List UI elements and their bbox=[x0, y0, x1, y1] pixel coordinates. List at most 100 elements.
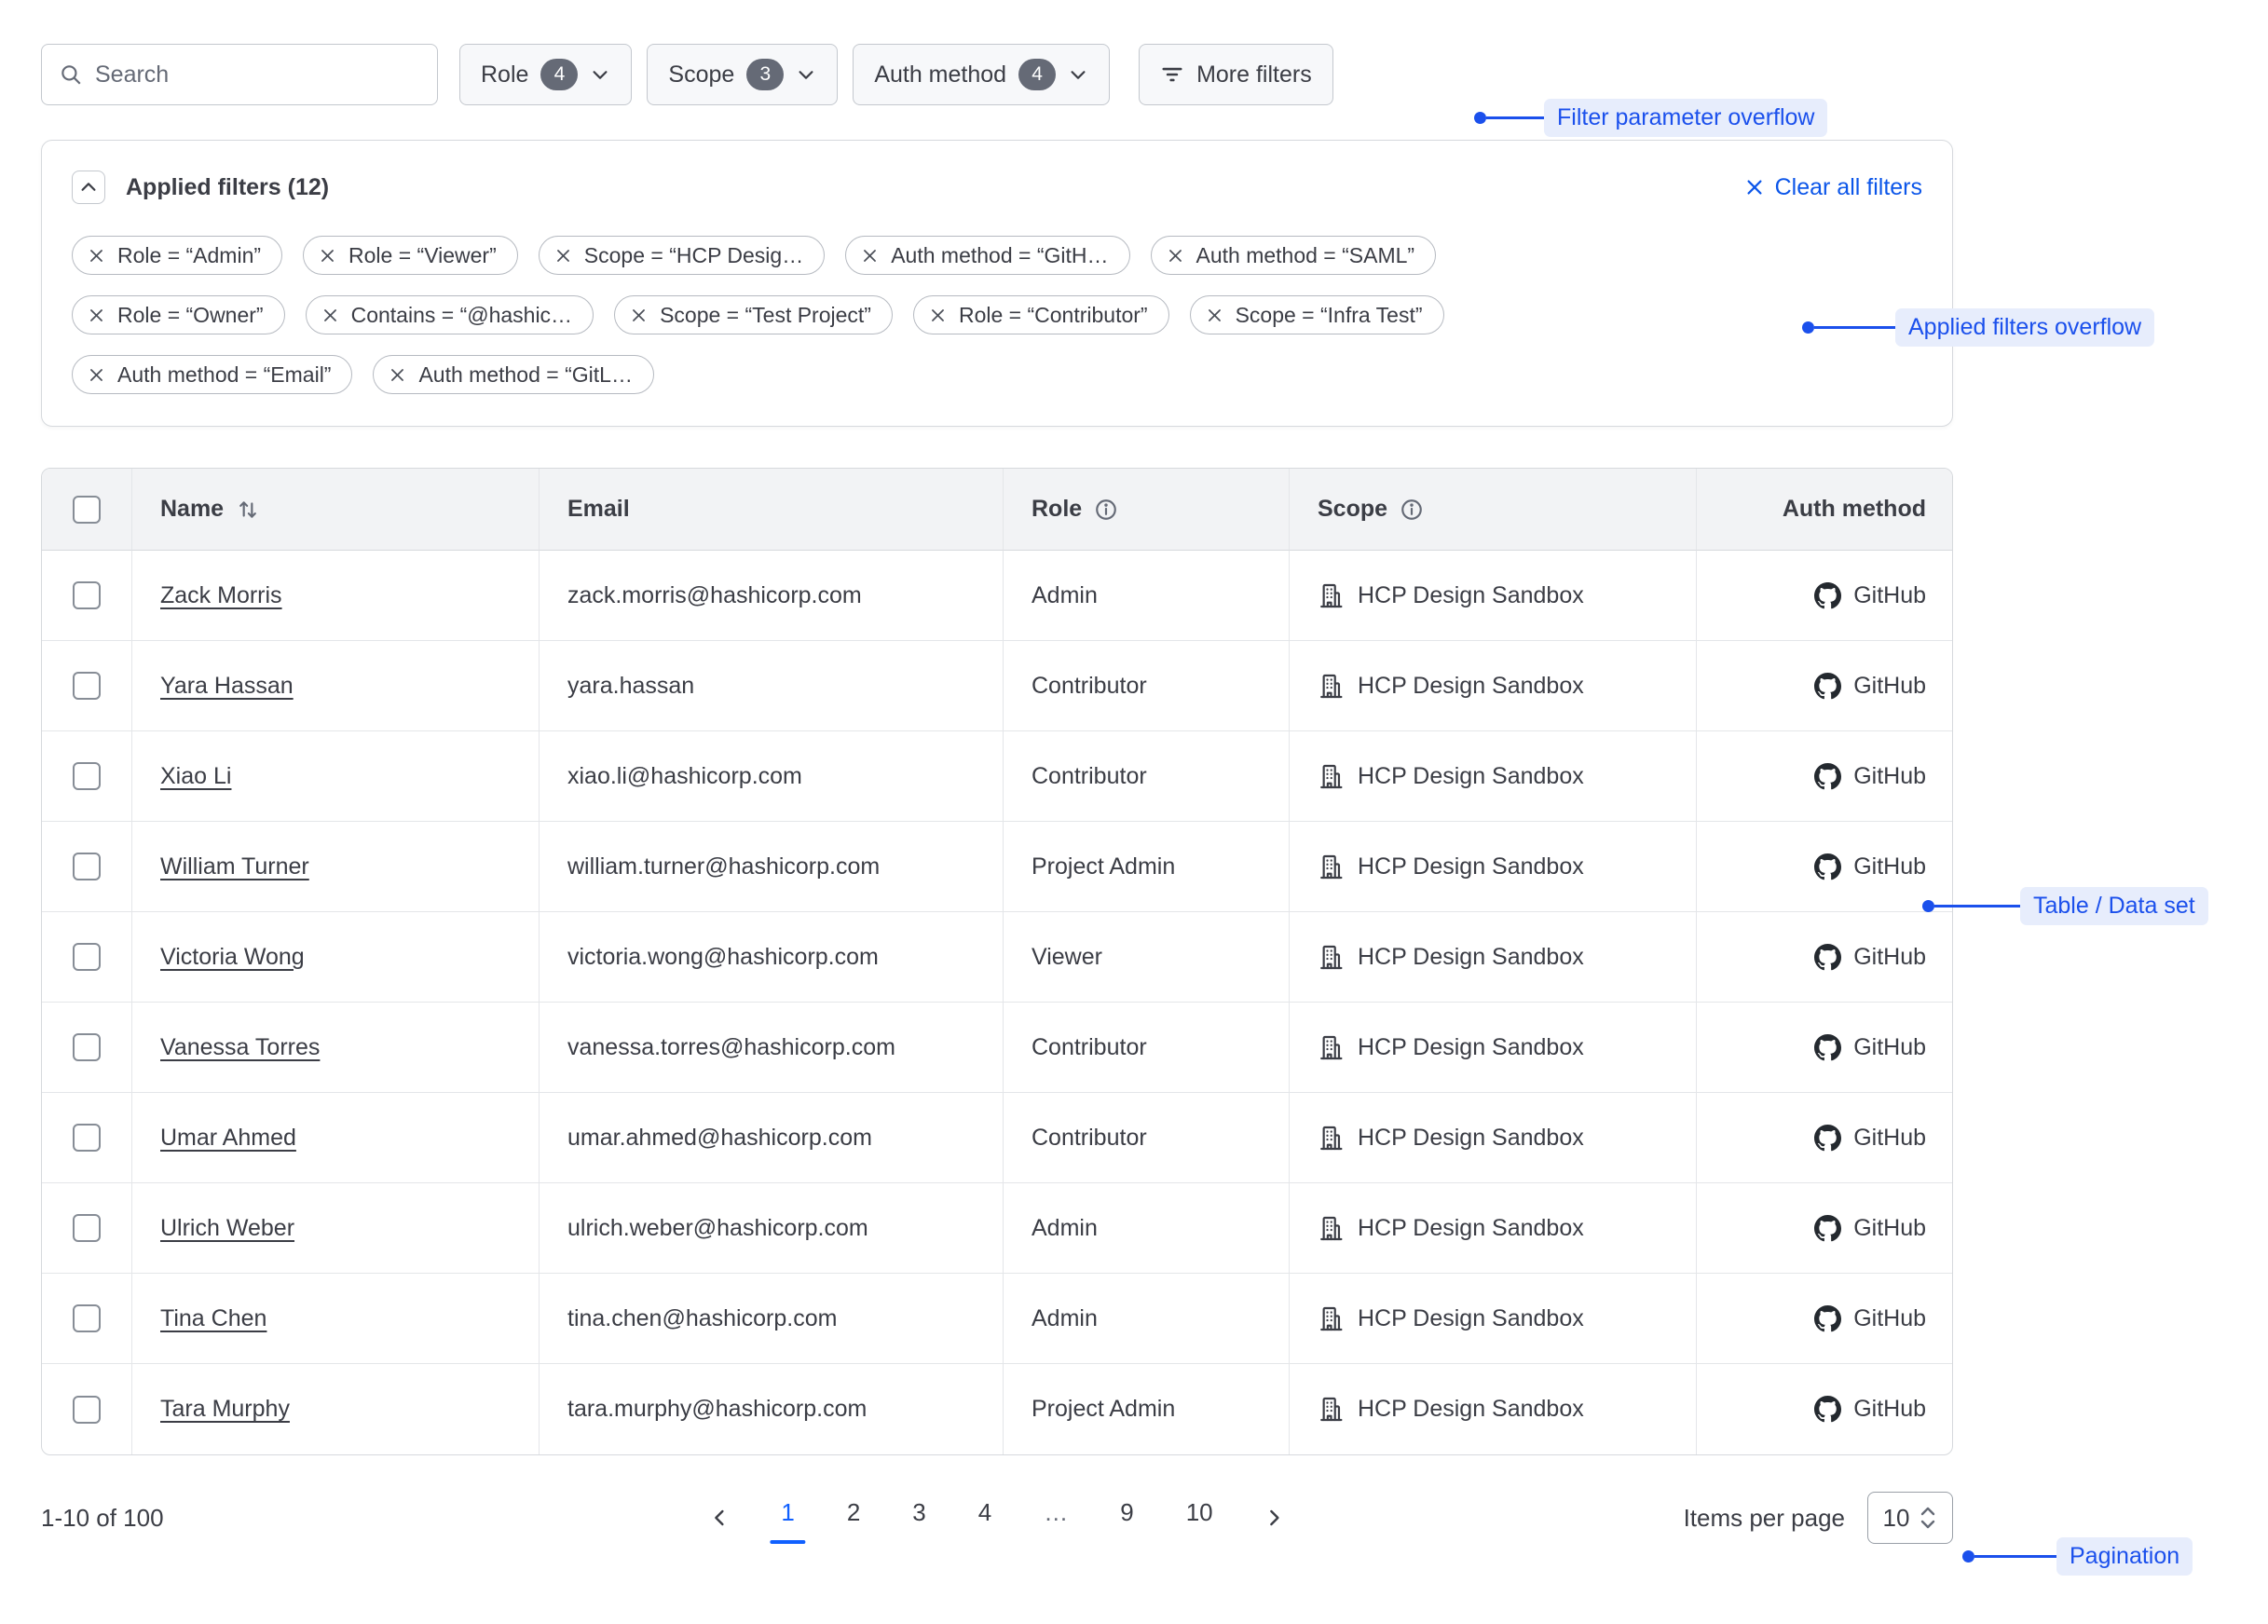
pagination-page[interactable]: 3 bbox=[907, 1493, 931, 1544]
user-scope: HCP Design Sandbox bbox=[1290, 1183, 1697, 1274]
organization-icon bbox=[1318, 582, 1345, 609]
chevron-left-icon bbox=[708, 1507, 731, 1529]
user-scope-label: HCP Design Sandbox bbox=[1358, 944, 1584, 971]
user-scope-label: HCP Design Sandbox bbox=[1358, 582, 1584, 609]
row-checkbox[interactable] bbox=[73, 1124, 101, 1152]
filter-dropdown-label: Auth method bbox=[874, 61, 1006, 89]
pagination-page-number: … bbox=[1044, 1498, 1068, 1526]
user-name-link[interactable]: Vanessa Torres bbox=[160, 1034, 320, 1061]
user-name-link[interactable]: Ulrich Weber bbox=[160, 1215, 294, 1242]
dismiss-chip-icon[interactable] bbox=[88, 247, 105, 265]
dismiss-chip-icon[interactable] bbox=[389, 366, 406, 384]
github-icon bbox=[1814, 582, 1841, 609]
user-scope-label: HCP Design Sandbox bbox=[1358, 1034, 1584, 1061]
user-name-link[interactable]: Zack Morris bbox=[160, 582, 282, 609]
user-scope: HCP Design Sandbox bbox=[1290, 822, 1697, 912]
row-checkbox[interactable] bbox=[73, 943, 101, 971]
dismiss-chip-icon[interactable] bbox=[319, 247, 336, 265]
row-checkbox[interactable] bbox=[73, 1396, 101, 1424]
search-input[interactable] bbox=[95, 61, 420, 89]
user-email: victoria.wong@hashicorp.com bbox=[540, 912, 1004, 1003]
dismiss-chip-icon[interactable] bbox=[630, 307, 648, 324]
row-checkbox[interactable] bbox=[73, 672, 101, 700]
filter-chip-label: Auth method = “SAML” bbox=[1196, 243, 1415, 268]
info-icon[interactable] bbox=[1094, 498, 1118, 522]
row-checkbox[interactable] bbox=[73, 762, 101, 790]
filter-bar: Role 4 Scope 3 Auth method 4 More filter… bbox=[41, 44, 2268, 105]
collapse-filters-button[interactable] bbox=[72, 171, 105, 204]
pagination-page[interactable]: 10 bbox=[1181, 1493, 1219, 1544]
github-icon bbox=[1814, 763, 1841, 790]
more-filters-label: More filters bbox=[1196, 61, 1312, 89]
pagination-page[interactable]: 2 bbox=[841, 1493, 866, 1544]
column-label-role: Role bbox=[1032, 496, 1082, 523]
user-name-link[interactable]: Victoria Wong bbox=[160, 944, 305, 971]
dismiss-chip-icon[interactable] bbox=[321, 307, 339, 324]
pagination: 1 2 3 4 … 9 10 bbox=[704, 1493, 1289, 1544]
info-icon[interactable] bbox=[1400, 498, 1424, 522]
dismiss-chip-icon[interactable] bbox=[88, 307, 105, 324]
user-name-link[interactable]: Tara Murphy bbox=[160, 1396, 290, 1423]
pagination-page-number: 9 bbox=[1120, 1498, 1133, 1526]
user-email: vanessa.torres@hashicorp.com bbox=[540, 1003, 1004, 1093]
row-checkbox[interactable] bbox=[73, 853, 101, 880]
row-checkbox[interactable] bbox=[73, 1214, 101, 1242]
user-role: Viewer bbox=[1004, 912, 1290, 1003]
filter-chip: Role = “Admin” bbox=[72, 236, 282, 275]
user-scope-label: HCP Design Sandbox bbox=[1358, 763, 1584, 790]
user-scope: HCP Design Sandbox bbox=[1290, 641, 1697, 731]
chevron-right-icon bbox=[1264, 1507, 1286, 1529]
organization-icon bbox=[1318, 1305, 1345, 1332]
table-header-row: Name Email Role Scope Auth method bbox=[42, 469, 1952, 551]
filter-dropdown[interactable]: Role 4 bbox=[459, 44, 632, 105]
pagination-page-number: 2 bbox=[847, 1498, 860, 1526]
pagination-page[interactable]: 4 bbox=[973, 1493, 997, 1544]
organization-icon bbox=[1318, 763, 1345, 790]
pagination-page[interactable]: 9 bbox=[1114, 1493, 1139, 1544]
dismiss-chip-icon[interactable] bbox=[929, 307, 947, 324]
filter-chip-label: Role = “Viewer” bbox=[348, 243, 497, 268]
column-header-name[interactable]: Name bbox=[132, 469, 540, 551]
user-name-link[interactable]: Tina Chen bbox=[160, 1305, 266, 1332]
clear-all-filters-button[interactable]: Clear all filters bbox=[1744, 174, 1922, 201]
pagination-page[interactable]: 1 bbox=[775, 1493, 799, 1544]
user-name-link[interactable]: William Turner bbox=[160, 853, 309, 880]
select-all-checkbox[interactable] bbox=[73, 496, 101, 524]
user-auth-method: GitHub bbox=[1697, 731, 1953, 822]
applied-filters-header: Applied filters (12) Clear all filters bbox=[72, 171, 1922, 204]
dismiss-chip-icon[interactable] bbox=[88, 366, 105, 384]
column-label-email: Email bbox=[567, 496, 630, 523]
user-role: Admin bbox=[1004, 1183, 1290, 1274]
filter-dropdown[interactable]: Auth method 4 bbox=[853, 44, 1110, 105]
next-page-button[interactable] bbox=[1260, 1503, 1290, 1533]
filter-chip-label: Role = “Owner” bbox=[117, 303, 264, 328]
dismiss-chip-icon[interactable] bbox=[861, 247, 879, 265]
dismiss-chip-icon[interactable] bbox=[554, 247, 572, 265]
items-per-page-select[interactable]: 10 bbox=[1867, 1492, 1953, 1544]
github-icon bbox=[1814, 1396, 1841, 1423]
user-scope-label: HCP Design Sandbox bbox=[1358, 1215, 1584, 1242]
column-label-scope: Scope bbox=[1318, 496, 1387, 523]
previous-page-button[interactable] bbox=[704, 1503, 734, 1533]
more-filters-button[interactable]: More filters bbox=[1139, 44, 1333, 105]
user-name-link[interactable]: Yara Hassan bbox=[160, 673, 294, 700]
row-checkbox[interactable] bbox=[73, 1033, 101, 1061]
row-checkbox[interactable] bbox=[73, 1304, 101, 1332]
sort-icon[interactable] bbox=[236, 498, 260, 522]
filter-chip-label: Scope = “Infra Test” bbox=[1236, 303, 1423, 328]
annotation-line bbox=[1974, 1555, 2056, 1558]
dismiss-chip-icon[interactable] bbox=[1206, 307, 1223, 324]
table-row: Vanessa Torres vanessa.torres@hashicorp.… bbox=[42, 1003, 1952, 1093]
user-email: umar.ahmed@hashicorp.com bbox=[540, 1093, 1004, 1183]
row-checkbox[interactable] bbox=[73, 581, 101, 609]
dismiss-chip-icon[interactable] bbox=[1167, 247, 1184, 265]
user-name-link[interactable]: Xiao Li bbox=[160, 763, 231, 790]
filter-dropdown[interactable]: Scope 3 bbox=[647, 44, 838, 105]
user-email: tina.chen@hashicorp.com bbox=[540, 1274, 1004, 1364]
user-auth-method: GitHub bbox=[1697, 1093, 1953, 1183]
table-row: Tara Murphy tara.murphy@hashicorp.com Pr… bbox=[42, 1364, 1952, 1454]
github-icon bbox=[1814, 853, 1841, 880]
results-range-label: 1-10 of 100 bbox=[41, 1504, 164, 1533]
filter-chip: Role = “Viewer” bbox=[303, 236, 518, 275]
user-name-link[interactable]: Umar Ahmed bbox=[160, 1125, 296, 1152]
